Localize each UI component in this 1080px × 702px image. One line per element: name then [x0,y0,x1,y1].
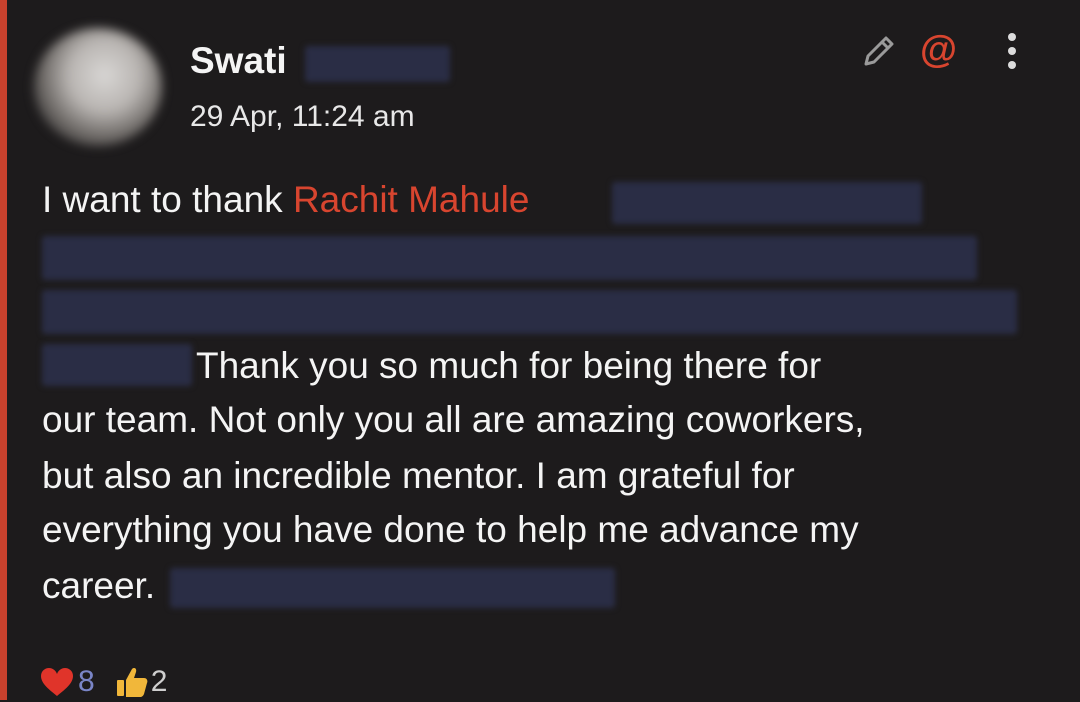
avatar[interactable] [34,28,162,146]
message-line: Thank you so much for being there for [196,345,822,386]
redacted-mentions [42,236,977,280]
message-line: career. [42,565,156,606]
post-accent-bar [0,0,7,700]
message-line: our team. Not only you all are amazing c… [42,399,865,440]
post-timestamp: 29 Apr, 11:24 am [190,100,415,133]
thumbs-up-icon [116,668,148,697]
message-intro-text: I want to thank [42,179,283,220]
like-reaction[interactable]: 2 [115,665,168,699]
heart-count: 8 [78,665,95,698]
redacted-hashtags [170,568,615,608]
mention-link[interactable]: Rachit Mahule [293,179,530,220]
author-name[interactable]: Swati [190,40,287,82]
message-line: everything you have done to help me adva… [42,509,859,550]
message-line: but also an incredible mentor. I am grat… [42,455,795,496]
redacted-surname [305,46,450,82]
pencil-icon[interactable] [858,30,900,72]
like-count: 2 [150,665,168,698]
kebab-menu-icon[interactable] [994,30,1030,72]
reaction-bar: 8 2 [40,662,187,702]
redacted-mentions [612,182,922,224]
redacted-mentions [42,344,192,386]
heart-icon [41,668,73,696]
redacted-mentions [42,290,1017,334]
at-icon[interactable]: @ [920,28,957,72]
heart-reaction[interactable]: 8 [40,665,95,699]
message-line-intro: I want to thank Rachit Mahule [42,178,529,222]
